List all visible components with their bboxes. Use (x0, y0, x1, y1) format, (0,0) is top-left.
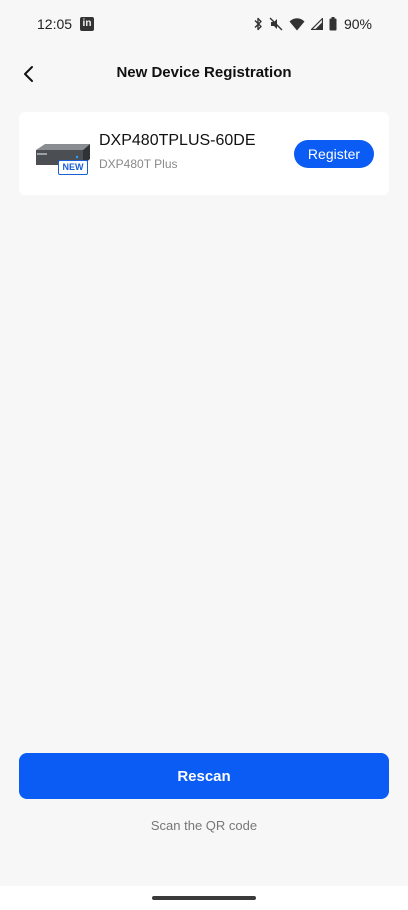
bluetooth-icon (254, 17, 262, 31)
status-bar: 12:05 in 90% (0, 0, 408, 48)
rescan-button[interactable]: Rescan (19, 753, 389, 799)
header: New Device Registration (0, 48, 408, 100)
page-title: New Device Registration (116, 64, 292, 81)
linkedin-icon: in (80, 17, 94, 31)
device-card[interactable]: NEW DXP480TPLUS-60DE DXP480T Plus Regist… (19, 112, 389, 195)
mute-icon (269, 17, 283, 31)
status-icons: 90% (253, 14, 372, 34)
battery-level: 90% (343, 16, 372, 32)
battery-icon (329, 17, 337, 31)
device-model: DXP480T Plus (99, 157, 178, 171)
status-time: 12:05 (37, 16, 73, 32)
wifi-icon (289, 17, 305, 30)
home-indicator[interactable] (152, 896, 256, 900)
device-name: DXP480TPLUS-60DE (99, 132, 256, 149)
signal-icon (310, 18, 323, 30)
scan-qr-code-link[interactable]: Scan the QR code (0, 818, 408, 833)
new-badge: NEW (58, 160, 88, 175)
register-button[interactable]: Register (294, 140, 374, 168)
navigation-bar (0, 886, 408, 910)
